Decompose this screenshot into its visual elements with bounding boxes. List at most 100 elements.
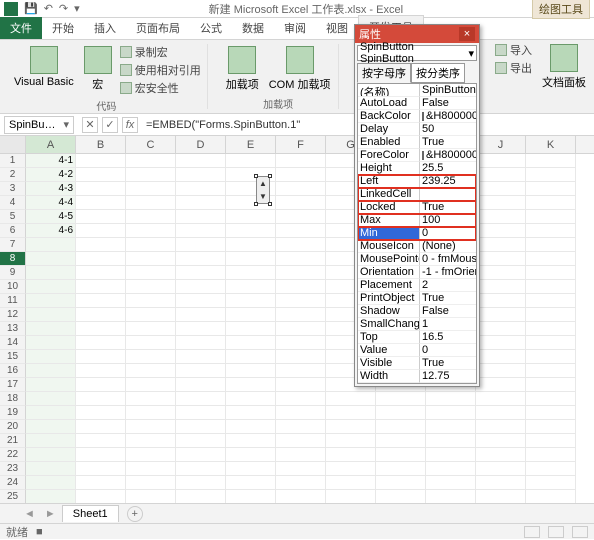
cell[interactable] — [276, 182, 326, 196]
cell[interactable] — [276, 392, 326, 406]
cell[interactable] — [526, 182, 576, 196]
cell[interactable] — [526, 252, 576, 266]
property-row[interactable]: PrintObjectTrue — [358, 292, 476, 305]
property-row[interactable]: LinkedCell — [358, 188, 476, 201]
cell[interactable] — [176, 182, 226, 196]
col-header[interactable]: C — [126, 136, 176, 153]
cell[interactable] — [176, 392, 226, 406]
property-row[interactable]: Max100 — [358, 214, 476, 227]
cell[interactable] — [76, 308, 126, 322]
cell[interactable] — [26, 252, 76, 266]
record-macro-button[interactable]: 录制宏 — [120, 44, 201, 60]
cell[interactable] — [76, 238, 126, 252]
cell[interactable] — [476, 252, 526, 266]
row-header[interactable]: 17 — [0, 378, 26, 392]
property-row[interactable]: SmallChange1 — [358, 318, 476, 331]
object-selector[interactable]: SpinButton SpinButton▾ — [357, 45, 477, 61]
cell[interactable] — [176, 210, 226, 224]
cell[interactable] — [176, 294, 226, 308]
cell[interactable] — [26, 448, 76, 462]
property-row[interactable]: Orientation-1 - fmOrien — [358, 266, 476, 279]
com-addins-button[interactable]: COM 加载项 — [267, 44, 333, 94]
cell[interactable] — [476, 462, 526, 476]
property-value[interactable]: 12.75 — [420, 370, 476, 383]
cell[interactable] — [526, 196, 576, 210]
property-value[interactable]: SpinButton1 — [420, 84, 476, 97]
cell[interactable] — [276, 168, 326, 182]
cell[interactable] — [476, 238, 526, 252]
qat-redo-icon[interactable]: ↷ — [59, 2, 68, 15]
docpanel-button[interactable]: 文档面板 — [540, 42, 588, 92]
cell[interactable] — [526, 364, 576, 378]
tab-review[interactable]: 审阅 — [274, 17, 316, 39]
cell[interactable] — [226, 322, 276, 336]
cell[interactable] — [126, 322, 176, 336]
cell[interactable] — [526, 476, 576, 490]
property-value[interactable]: -1 - fmOrien — [420, 266, 476, 279]
cell[interactable] — [226, 210, 276, 224]
relative-ref-button[interactable]: 使用相对引用 — [120, 62, 201, 78]
cell[interactable] — [476, 266, 526, 280]
cell[interactable] — [226, 462, 276, 476]
cell[interactable] — [226, 364, 276, 378]
row-header[interactable]: 24 — [0, 476, 26, 490]
cell[interactable] — [476, 476, 526, 490]
cell[interactable] — [526, 448, 576, 462]
fx-button[interactable]: fx — [122, 117, 138, 133]
cell[interactable] — [376, 448, 426, 462]
cell[interactable] — [526, 434, 576, 448]
cell[interactable] — [76, 364, 126, 378]
cell[interactable] — [526, 238, 576, 252]
cell[interactable] — [26, 364, 76, 378]
cell[interactable] — [126, 476, 176, 490]
qat-save-icon[interactable]: 💾 — [24, 2, 38, 15]
cell[interactable] — [476, 280, 526, 294]
cell[interactable] — [376, 434, 426, 448]
row-header[interactable]: 25 — [0, 490, 26, 504]
cell[interactable] — [76, 294, 126, 308]
cell[interactable] — [326, 448, 376, 462]
tab-view[interactable]: 视图 — [316, 17, 358, 39]
property-value[interactable] — [420, 188, 476, 201]
cell[interactable] — [326, 490, 376, 504]
cell[interactable] — [276, 238, 326, 252]
cell[interactable] — [526, 490, 576, 504]
cell[interactable] — [76, 434, 126, 448]
sheet-tab[interactable]: Sheet1 — [62, 505, 119, 522]
cell[interactable] — [526, 378, 576, 392]
cell[interactable] — [476, 196, 526, 210]
cell[interactable] — [226, 392, 276, 406]
property-value[interactable]: False — [420, 97, 476, 110]
macros-button[interactable]: 宏 — [82, 44, 114, 94]
cell[interactable] — [226, 350, 276, 364]
cell[interactable] — [126, 420, 176, 434]
cell[interactable] — [326, 476, 376, 490]
cell[interactable] — [76, 490, 126, 504]
cell[interactable] — [176, 448, 226, 462]
row-header[interactable]: 11 — [0, 294, 26, 308]
row-header[interactable]: 16 — [0, 364, 26, 378]
row-header[interactable]: 3 — [0, 182, 26, 196]
col-header[interactable]: J — [476, 136, 526, 153]
col-header[interactable]: A — [26, 136, 76, 153]
property-value[interactable]: &H8000000 — [420, 110, 476, 123]
cell[interactable] — [276, 224, 326, 238]
row-header[interactable]: 6 — [0, 224, 26, 238]
cell[interactable] — [526, 168, 576, 182]
property-row[interactable]: Height25.5 — [358, 162, 476, 175]
cell[interactable] — [426, 420, 476, 434]
chevron-down-icon[interactable]: ▾ — [468, 47, 474, 60]
cell[interactable] — [476, 224, 526, 238]
cell[interactable] — [176, 280, 226, 294]
cell[interactable] — [226, 420, 276, 434]
cell[interactable] — [126, 154, 176, 168]
property-row[interactable]: Width12.75 — [358, 370, 476, 383]
property-value[interactable]: 0 — [420, 344, 476, 357]
close-icon[interactable]: × — [459, 27, 475, 41]
cell[interactable] — [26, 420, 76, 434]
cell[interactable] — [526, 420, 576, 434]
cell[interactable] — [526, 336, 576, 350]
cell[interactable] — [526, 322, 576, 336]
cell[interactable] — [176, 462, 226, 476]
cell[interactable] — [526, 294, 576, 308]
